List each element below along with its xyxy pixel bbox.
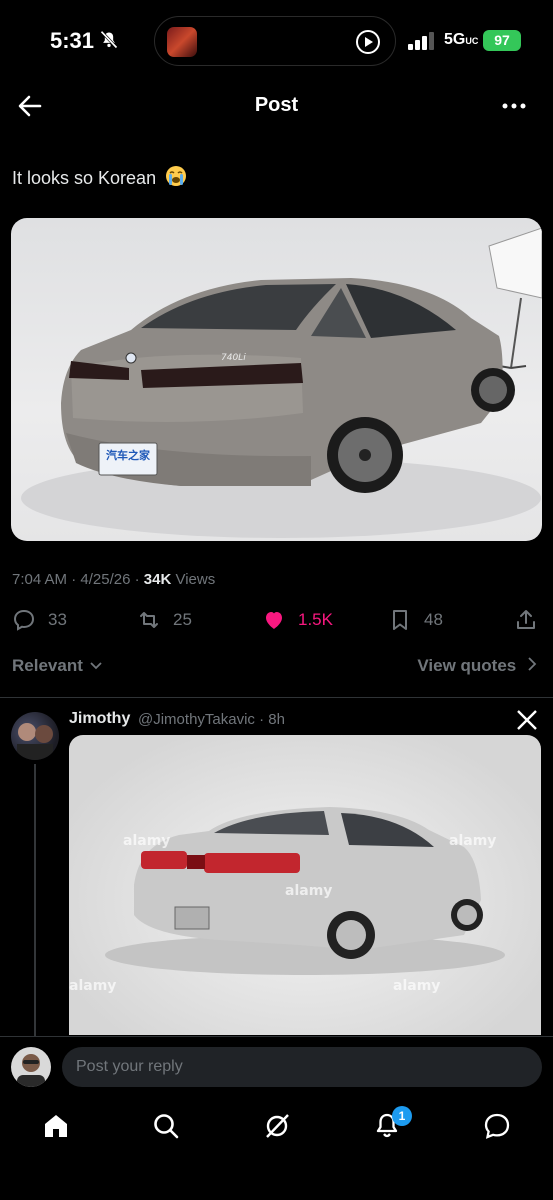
post-actions: 33 25 1.5K 48 [0,604,553,638]
watermark-text: alamy [393,978,440,994]
share-icon [517,610,535,629]
reply-image[interactable]: alamy alamy alamy alamy alamy [69,735,541,1035]
bookmark-button[interactable]: 48 [388,608,443,632]
share-button[interactable] [514,608,550,632]
reply-item[interactable]: Jimothy @JimothyTakavic · 8h alamy alamy… [0,698,553,1038]
page-title: Post [254,94,299,116]
heart-icon [266,612,282,629]
status-time: 5:31 [50,28,95,53]
repost-icon [140,612,158,628]
reply-count: 33 [48,610,67,629]
avatar[interactable] [11,712,59,760]
reply-input[interactable] [62,1047,542,1087]
reply-sort-row: Relevant View quotes [0,656,553,684]
repost-count: 25 [173,610,192,629]
post-header: Post [0,80,553,132]
home-icon[interactable] [42,1112,70,1140]
like-count: 1.5K [298,610,333,629]
bottom-tab-bar: 1 [0,1098,553,1200]
search-icon[interactable] [152,1112,180,1140]
views-count[interactable]: 34K [144,571,172,588]
model-badge-text: 740Li [221,353,246,363]
reply-author-name[interactable]: Jimothy [69,710,130,728]
repost-button[interactable]: 25 [137,608,192,632]
messages-icon[interactable] [483,1112,511,1140]
post-image[interactable]: 汽车之家 740Li [11,218,542,541]
bookmark-icon [393,610,407,630]
loudly-crying-emoji [166,166,187,186]
reply-composer [0,1036,553,1098]
notification-badge: 1 [392,1106,412,1126]
view-quotes-link[interactable]: View quotes [417,656,537,676]
x-logo-icon [517,710,537,730]
battery-indicator: 97 [483,30,521,51]
bookmark-count: 48 [424,610,443,629]
watermark-text: alamy [123,833,170,849]
thread-line [34,764,36,1036]
post-text: It looks so Korean [12,165,187,189]
dynamic-island[interactable] [154,16,396,66]
lincoln-sedan-photo: alamy alamy alamy alamy alamy [69,807,505,994]
like-button[interactable]: 1.5K [262,608,333,632]
plate-badge-text: 汽车之家 [106,448,151,462]
sort-dropdown[interactable]: Relevant [12,656,102,676]
post-time: 7:04 AM [12,571,68,588]
reply-icon [13,609,35,631]
status-bar: 5:31 5GUC 97 [0,0,553,80]
my-avatar[interactable] [11,1047,51,1087]
watermark-text: alamy [69,978,116,994]
grok-icon[interactable] [263,1112,291,1140]
now-playing-artwork [167,27,197,57]
chevron-right-icon [528,657,537,671]
bmw-sedan-photo: 汽车之家 740Li [21,227,542,538]
network-label: 5GUC [444,31,479,48]
reply-author-handle[interactable]: @JimothyTakavic · 8h [138,711,285,728]
chevron-down-icon [89,662,102,670]
watermark-text: alamy [285,883,332,899]
play-icon[interactable] [355,29,381,55]
watermark-text: alamy [449,833,496,849]
more-icon[interactable] [499,94,529,118]
post-date: 4/25/26 [80,571,131,588]
post-meta: 7:04 AM · 4/25/26 · 34K Views [12,571,216,588]
reply-button[interactable]: 33 [12,608,67,632]
bell-slash-icon [100,30,118,49]
views-label: Views [175,571,216,588]
signal-icon [408,32,434,50]
